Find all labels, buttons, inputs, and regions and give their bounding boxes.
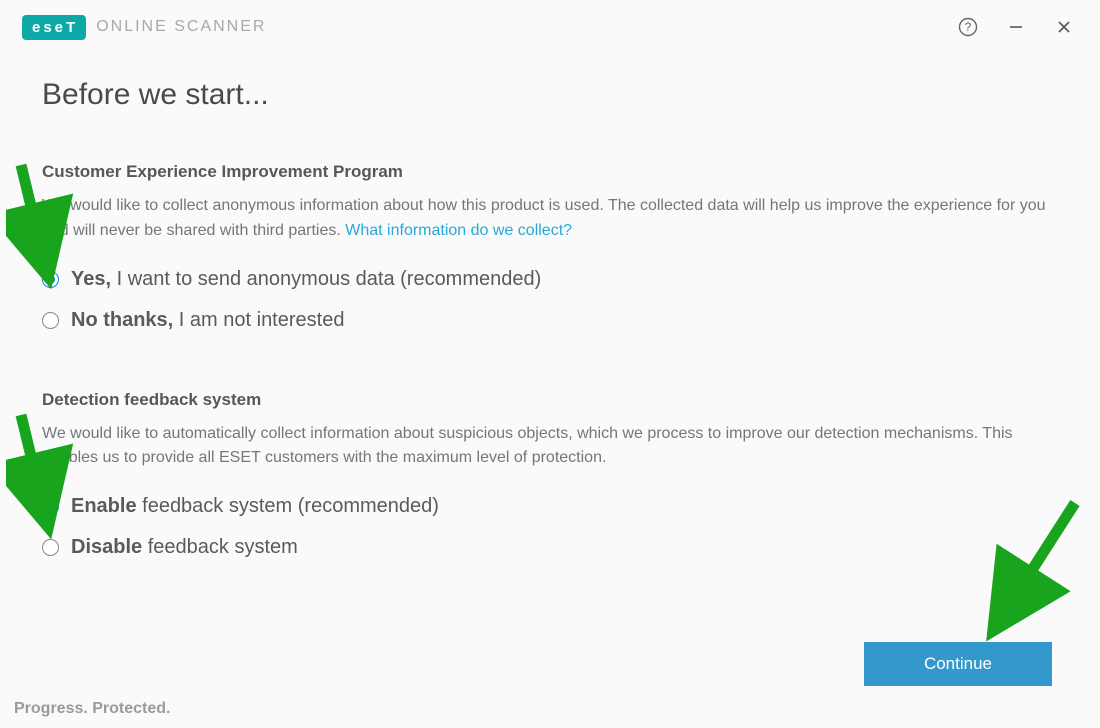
- close-icon[interactable]: [1054, 17, 1074, 37]
- svg-text:?: ?: [965, 20, 972, 34]
- radio-icon: [42, 312, 59, 329]
- feedback-radio-group: Enable feedback system (recommended) Dis…: [42, 495, 1058, 559]
- tagline: Progress. Protected.: [14, 700, 171, 718]
- help-icon[interactable]: ?: [958, 17, 978, 37]
- feedback-heading: Detection feedback system: [42, 390, 1058, 410]
- radio-icon: [42, 498, 59, 515]
- window-controls: ?: [958, 17, 1084, 37]
- feedback-description: We would like to automatically collect i…: [42, 422, 1058, 472]
- radio-enable-label: Enable feedback system (recommended): [71, 495, 439, 518]
- ceip-description: We would like to collect anonymous infor…: [42, 194, 1058, 244]
- brand-logo: eseT: [22, 15, 86, 40]
- radio-no-thanks[interactable]: No thanks, I am not interested: [42, 309, 1058, 332]
- radio-icon: [42, 539, 59, 556]
- ceip-radio-group: Yes, I want to send anonymous data (reco…: [42, 268, 1058, 332]
- radio-yes-label: Yes, I want to send anonymous data (reco…: [71, 268, 541, 291]
- page-title: Before we start...: [42, 78, 1058, 112]
- minimize-icon[interactable]: [1006, 17, 1026, 37]
- info-collect-link[interactable]: What information do we collect?: [345, 222, 572, 239]
- continue-button[interactable]: Continue: [864, 642, 1052, 686]
- radio-icon: [42, 271, 59, 288]
- radio-no-label: No thanks, I am not interested: [71, 309, 344, 332]
- radio-disable[interactable]: Disable feedback system: [42, 536, 1058, 559]
- ceip-heading: Customer Experience Improvement Program: [42, 162, 1058, 182]
- content: Before we start... Customer Experience I…: [0, 50, 1100, 559]
- section-ceip: Customer Experience Improvement Program …: [42, 162, 1058, 332]
- radio-disable-label: Disable feedback system: [71, 536, 298, 559]
- brand-product: ONLINE SCANNER: [96, 18, 266, 36]
- titlebar: eseT ONLINE SCANNER ?: [0, 0, 1100, 50]
- section-feedback: Detection feedback system We would like …: [42, 390, 1058, 560]
- radio-yes[interactable]: Yes, I want to send anonymous data (reco…: [42, 268, 1058, 291]
- radio-enable[interactable]: Enable feedback system (recommended): [42, 495, 1058, 518]
